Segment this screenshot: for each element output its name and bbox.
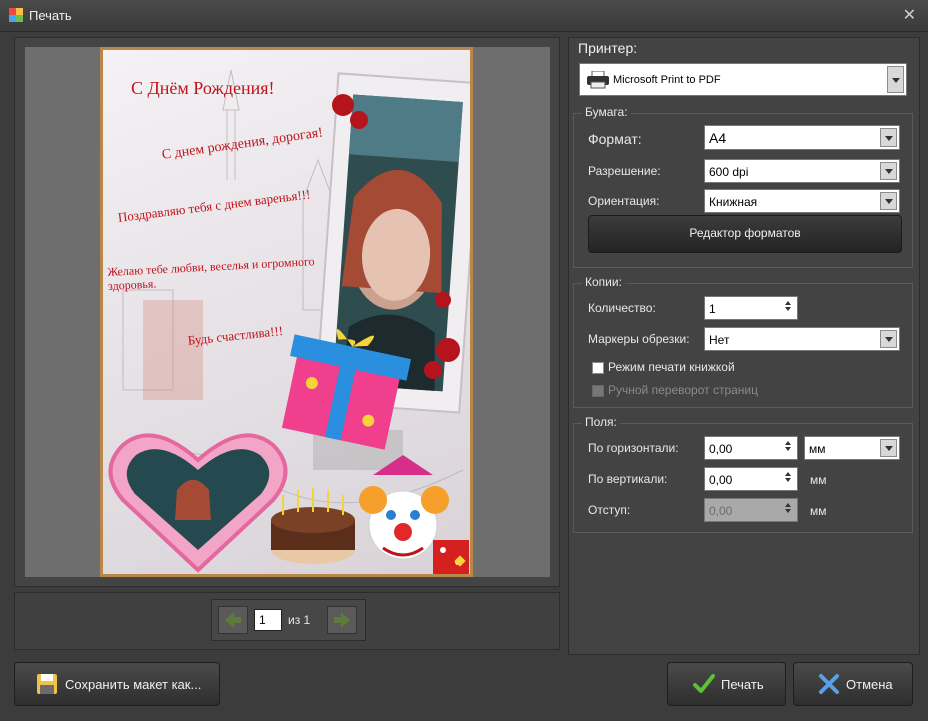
format-value: A4 bbox=[709, 130, 727, 146]
copies-stepper[interactable] bbox=[781, 299, 795, 318]
printer-select[interactable]: Microsoft Print to PDF bbox=[579, 63, 907, 96]
vertical-value: 0,00 bbox=[709, 473, 733, 487]
copies-group: Копии: Количество: 1 Маркеры обрезки: Не… bbox=[573, 275, 913, 408]
printer-icon bbox=[587, 71, 609, 89]
horizontal-stepper[interactable] bbox=[781, 439, 795, 458]
indent-input[interactable]: 0,00 bbox=[704, 498, 798, 522]
window-title: Печать bbox=[29, 8, 72, 23]
chevron-down-icon[interactable] bbox=[880, 330, 897, 348]
copies-count-input[interactable]: 1 bbox=[704, 296, 798, 320]
chevron-down-icon[interactable] bbox=[887, 66, 904, 93]
copies-count-label: Количество: bbox=[588, 301, 656, 315]
booklet-label: Режим печати книжкой bbox=[608, 360, 735, 374]
copies-count-value: 1 bbox=[709, 302, 716, 316]
resolution-select[interactable]: 600 dpi bbox=[704, 159, 900, 183]
crop-marks-select[interactable]: Нет bbox=[704, 327, 900, 351]
unit-select[interactable]: мм bbox=[804, 436, 900, 460]
paper-group: Бумага: Формат: A4 Разрешение: 600 dpi О… bbox=[573, 105, 913, 268]
page-count-label: из 1 bbox=[288, 613, 311, 627]
orientation-select[interactable]: Книжная bbox=[704, 189, 900, 213]
save-layout-label: Сохранить макет как... bbox=[65, 677, 202, 692]
resolution-label: Разрешение: bbox=[588, 164, 661, 178]
title-bar: Печать ✕ bbox=[0, 0, 928, 32]
app-icon bbox=[9, 8, 23, 22]
paper-group-title: Бумага: bbox=[582, 105, 631, 119]
arrow-right-icon bbox=[334, 612, 350, 628]
close-icon[interactable]: ✕ bbox=[903, 5, 916, 25]
print-button[interactable]: Печать bbox=[667, 662, 786, 706]
chevron-down-icon[interactable] bbox=[880, 128, 897, 147]
margins-group-title: Поля: bbox=[582, 415, 620, 429]
page-navigation-bar: 1 из 1 bbox=[14, 592, 560, 650]
checkmark-icon bbox=[693, 674, 715, 693]
format-select[interactable]: A4 bbox=[704, 125, 900, 150]
crop-marks-label: Маркеры обрезки: bbox=[588, 332, 690, 346]
manual-flip-label: Ручной переворот страниц bbox=[608, 383, 758, 397]
save-icon bbox=[37, 674, 57, 694]
format-label: Формат: bbox=[588, 131, 642, 147]
cancel-x-icon bbox=[819, 674, 839, 694]
printer-name: Microsoft Print to PDF bbox=[613, 74, 721, 86]
orientation-label: Ориентация: bbox=[588, 194, 660, 208]
booklet-checkbox[interactable] bbox=[592, 362, 604, 374]
indent-stepper[interactable] bbox=[781, 501, 795, 520]
preview-panel: С Днём Рождения! С днем рождения, дорога… bbox=[14, 37, 560, 587]
chevron-down-icon[interactable] bbox=[880, 439, 897, 457]
page-navigation: 1 из 1 bbox=[211, 599, 366, 641]
vertical-label: По вертикали: bbox=[588, 472, 668, 486]
prev-page-button[interactable] bbox=[218, 606, 248, 634]
next-page-button[interactable] bbox=[327, 606, 357, 634]
horizontal-input[interactable]: 0,00 bbox=[704, 436, 798, 460]
unit-value: мм bbox=[809, 442, 826, 456]
indent-label: Отступ: bbox=[588, 503, 631, 517]
save-layout-button[interactable]: Сохранить макет как... bbox=[14, 662, 220, 706]
chevron-down-icon[interactable] bbox=[880, 162, 897, 180]
vertical-stepper[interactable] bbox=[781, 470, 795, 489]
vertical-unit: мм bbox=[810, 473, 827, 487]
orientation-value: Книжная bbox=[709, 195, 758, 209]
vertical-input[interactable]: 0,00 bbox=[704, 467, 798, 491]
page-number-input[interactable]: 1 bbox=[254, 609, 282, 631]
manual-flip-checkbox[interactable] bbox=[592, 385, 604, 397]
indent-value: 0,00 bbox=[709, 504, 733, 518]
arrow-left-icon bbox=[225, 612, 241, 628]
card-preview: С Днём Рождения! С днем рождения, дорога… bbox=[100, 47, 473, 577]
crop-marks-value: Нет bbox=[709, 333, 730, 347]
preview-area: С Днём Рождения! С днем рождения, дорога… bbox=[25, 47, 550, 577]
horizontal-label: По горизонтали: bbox=[588, 441, 679, 455]
chevron-down-icon[interactable] bbox=[880, 192, 897, 210]
format-editor-button[interactable]: Редактор форматов bbox=[588, 215, 902, 253]
horizontal-value: 0,00 bbox=[709, 442, 733, 456]
settings-panel: Принтер: Microsoft Print to PDF Бумага: … bbox=[568, 37, 920, 655]
resolution-value: 600 dpi bbox=[709, 165, 749, 179]
card-title: С Днём Рождения! bbox=[131, 78, 275, 98]
cancel-button[interactable]: Отмена bbox=[793, 662, 913, 706]
margins-group: Поля: По горизонтали: 0,00 мм По вертика… bbox=[573, 415, 913, 533]
print-label: Печать bbox=[721, 677, 764, 692]
card-artwork bbox=[108, 69, 470, 574]
cancel-label: Отмена bbox=[846, 677, 893, 692]
copies-group-title: Копии: bbox=[582, 275, 625, 289]
printer-label: Принтер: bbox=[578, 40, 638, 56]
indent-unit: мм bbox=[810, 504, 827, 518]
